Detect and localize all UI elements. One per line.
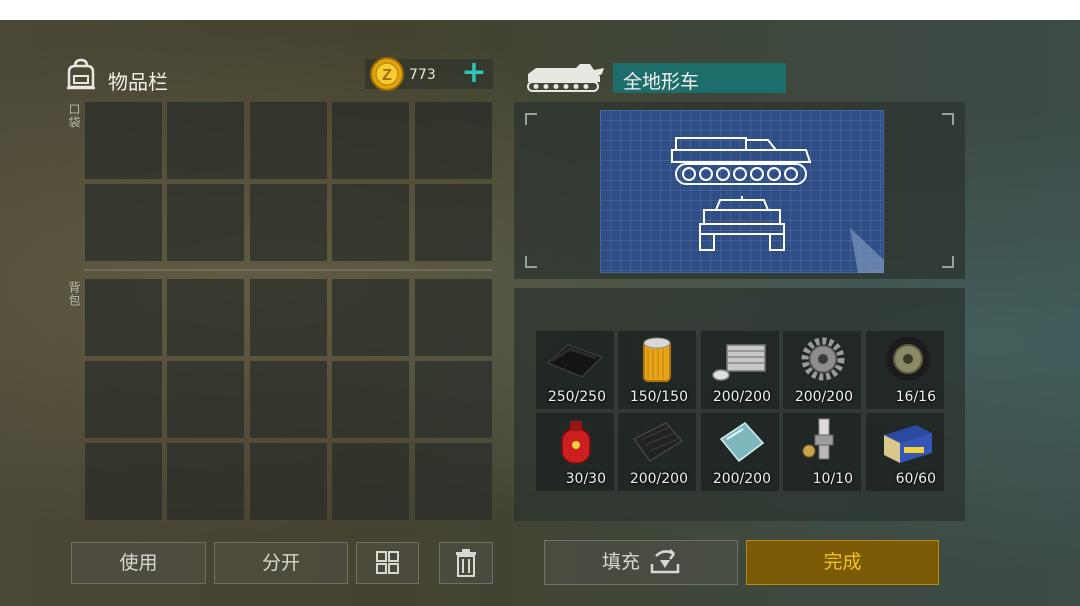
part-slot-battery[interactable]: 60/60 — [866, 413, 944, 491]
pocket-slot[interactable] — [167, 102, 244, 179]
backpack-slot[interactable] — [250, 279, 327, 356]
pocket-slot[interactable] — [250, 184, 327, 261]
done-button[interactable]: 完成 — [746, 540, 939, 585]
part-count: 200/200 — [629, 471, 688, 487]
rubber-plate-icon — [632, 422, 684, 463]
part-slot-rubber-plate[interactable]: 200/200 — [618, 413, 696, 491]
split-button[interactable]: 分开 — [214, 542, 348, 584]
pocket-slot[interactable] — [415, 184, 492, 261]
part-slot-gas-cylinder[interactable]: 30/30 — [536, 413, 614, 491]
backpack-slot[interactable] — [332, 443, 409, 520]
spark-plug-icon — [802, 418, 834, 460]
tarp-icon — [546, 344, 604, 378]
backpack-slot[interactable] — [85, 279, 162, 356]
grid-sort-icon — [375, 551, 399, 574]
part-count: 200/200 — [712, 389, 771, 405]
fill-arrow-icon — [650, 549, 680, 574]
vehicle-blueprint — [600, 110, 884, 273]
glass-sheet-icon — [719, 422, 765, 463]
part-count: 200/200 — [794, 389, 853, 405]
part-slot-glass-sheet[interactable]: 200/200 — [701, 413, 779, 491]
pocket-slot[interactable] — [250, 102, 327, 179]
pocket-slot[interactable] — [85, 184, 162, 261]
pocket-slot[interactable] — [167, 184, 244, 261]
pocket-slot[interactable] — [85, 102, 162, 179]
fill-button-label: 填充 — [601, 551, 640, 573]
backpack-slot[interactable] — [85, 361, 162, 438]
corner-mark — [525, 256, 537, 268]
coin-amount: 773 — [409, 67, 436, 83]
part-count: 16/16 — [895, 389, 936, 405]
use-button[interactable]: 使用 — [71, 542, 206, 584]
backpack-slot[interactable] — [415, 443, 492, 520]
part-count: 60/60 — [895, 471, 936, 487]
part-slot-air-filter[interactable]: 150/150 — [618, 331, 696, 409]
part-count: 30/30 — [565, 471, 606, 487]
part-slot-engine-block[interactable]: 200/200 — [701, 331, 779, 409]
part-count: 250/250 — [547, 389, 606, 405]
backpack-slot[interactable] — [250, 361, 327, 438]
gas-cylinder-icon — [561, 421, 591, 464]
section-divider — [84, 269, 492, 271]
corner-mark — [942, 256, 954, 268]
backpack-label: 背包 — [67, 281, 81, 307]
gear-icon — [801, 337, 845, 381]
part-slot-wheel[interactable]: 16/16 — [866, 331, 944, 409]
air-filter-icon — [643, 337, 671, 382]
backpack-icon — [64, 58, 98, 90]
fill-button[interactable]: 填充 — [544, 540, 738, 585]
backpack-slot[interactable] — [332, 361, 409, 438]
corner-mark — [525, 113, 537, 125]
backpack-slot[interactable] — [250, 443, 327, 520]
inventory-title: 物品栏 — [108, 70, 168, 94]
vehicle-name: 全地形车 — [623, 71, 700, 93]
backpack-slot[interactable] — [167, 443, 244, 520]
part-count: 10/10 — [812, 471, 853, 487]
backpack-slot[interactable] — [415, 279, 492, 356]
svg-text:Z: Z — [382, 67, 392, 84]
battery-icon — [884, 425, 932, 463]
coin-icon: Z — [369, 56, 405, 92]
trash-button[interactable] — [439, 542, 493, 584]
pocket-slot[interactable] — [332, 102, 409, 179]
part-count: 150/150 — [629, 389, 688, 405]
pocket-slot[interactable] — [415, 102, 492, 179]
trash-icon — [456, 549, 476, 577]
sort-button[interactable] — [356, 542, 419, 584]
backpack-slot[interactable] — [332, 279, 409, 356]
backpack-slot[interactable] — [85, 443, 162, 520]
pocket-slot[interactable] — [332, 184, 409, 261]
engine-block-icon — [712, 344, 766, 381]
part-slot-spark-plug[interactable]: 10/10 — [783, 413, 861, 491]
pockets-label: 口袋 — [67, 103, 81, 129]
corner-mark — [942, 113, 954, 125]
vehicle-icon — [524, 60, 606, 94]
part-slot-gear[interactable]: 200/200 — [783, 331, 861, 409]
part-slot-tarp[interactable]: 250/250 — [536, 331, 614, 409]
backpack-slot[interactable] — [167, 361, 244, 438]
wheel-icon — [886, 337, 930, 381]
backpack-slot[interactable] — [167, 279, 244, 356]
add-coins-button[interactable]: + — [460, 58, 488, 88]
backpack-slot[interactable] — [415, 361, 492, 438]
part-count: 200/200 — [712, 471, 771, 487]
